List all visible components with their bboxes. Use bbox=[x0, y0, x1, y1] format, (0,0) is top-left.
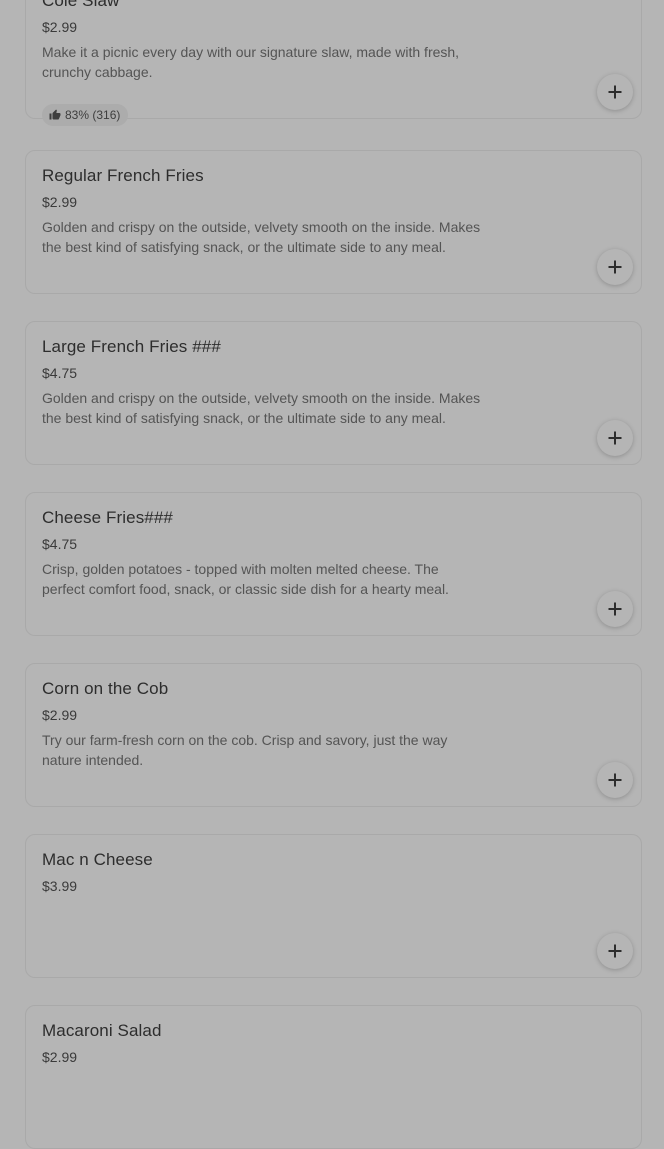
add-item-button[interactable] bbox=[597, 74, 633, 110]
item-name: Cole Slaw bbox=[42, 0, 120, 10]
menu-item-card[interactable]: Mac n Cheese $3.99 bbox=[25, 834, 642, 978]
item-price: $2.99 bbox=[42, 1049, 78, 1065]
rating-text: 83% (316) bbox=[65, 108, 121, 122]
add-item-button[interactable] bbox=[597, 420, 633, 456]
menu-item-card[interactable]: Large French Fries ### $4.75 Golden and … bbox=[25, 321, 642, 465]
plus-icon bbox=[608, 944, 622, 958]
item-name: Regular French Fries bbox=[42, 166, 204, 185]
item-price: $2.99 bbox=[42, 19, 78, 35]
plus-icon bbox=[608, 431, 622, 445]
menu-item-card[interactable]: Corn on the Cob $2.99 Try our farm-fresh… bbox=[25, 663, 642, 807]
add-item-button[interactable] bbox=[597, 762, 633, 798]
menu-item-card[interactable]: Macaroni Salad $2.99 bbox=[25, 1005, 642, 1149]
item-price: $4.75 bbox=[42, 536, 78, 552]
item-description: Try our farm-fresh corn on the cob. Cris… bbox=[42, 732, 448, 768]
plus-icon bbox=[608, 773, 622, 787]
item-description: Crisp, golden potatoes - topped with mol… bbox=[42, 561, 449, 597]
item-price: $2.99 bbox=[42, 194, 78, 210]
add-item-button[interactable] bbox=[597, 591, 633, 627]
item-description: Make it a picnic every day with our sign… bbox=[42, 44, 460, 80]
menu-item-card[interactable]: Cole Slaw $2.99 Make it a picnic every d… bbox=[25, 0, 642, 126]
menu-item-card[interactable]: Regular French Fries $2.99 Golden and cr… bbox=[25, 150, 642, 294]
item-name: Macaroni Salad bbox=[42, 1021, 162, 1040]
rating-badge: 83% (316) bbox=[42, 104, 129, 126]
menu-item-card[interactable]: Cheese Fries### $4.75 Crisp, golden pota… bbox=[25, 492, 642, 636]
item-name: Large French Fries ### bbox=[42, 337, 221, 356]
add-item-button[interactable] bbox=[597, 933, 633, 969]
item-price: $3.99 bbox=[42, 878, 78, 894]
item-description: Golden and crispy on the outside, velvet… bbox=[42, 390, 481, 426]
item-name: Cheese Fries### bbox=[42, 508, 173, 527]
plus-icon bbox=[608, 260, 622, 274]
item-name: Mac n Cheese bbox=[42, 850, 153, 869]
add-item-button[interactable] bbox=[597, 249, 633, 285]
plus-icon bbox=[608, 602, 622, 616]
item-price: $4.75 bbox=[42, 365, 78, 381]
item-description: Golden and crispy on the outside, velvet… bbox=[42, 219, 481, 255]
plus-icon bbox=[608, 85, 622, 99]
thumbs-up-icon bbox=[49, 109, 61, 121]
item-name: Corn on the Cob bbox=[42, 679, 169, 698]
item-price: $2.99 bbox=[42, 707, 78, 723]
